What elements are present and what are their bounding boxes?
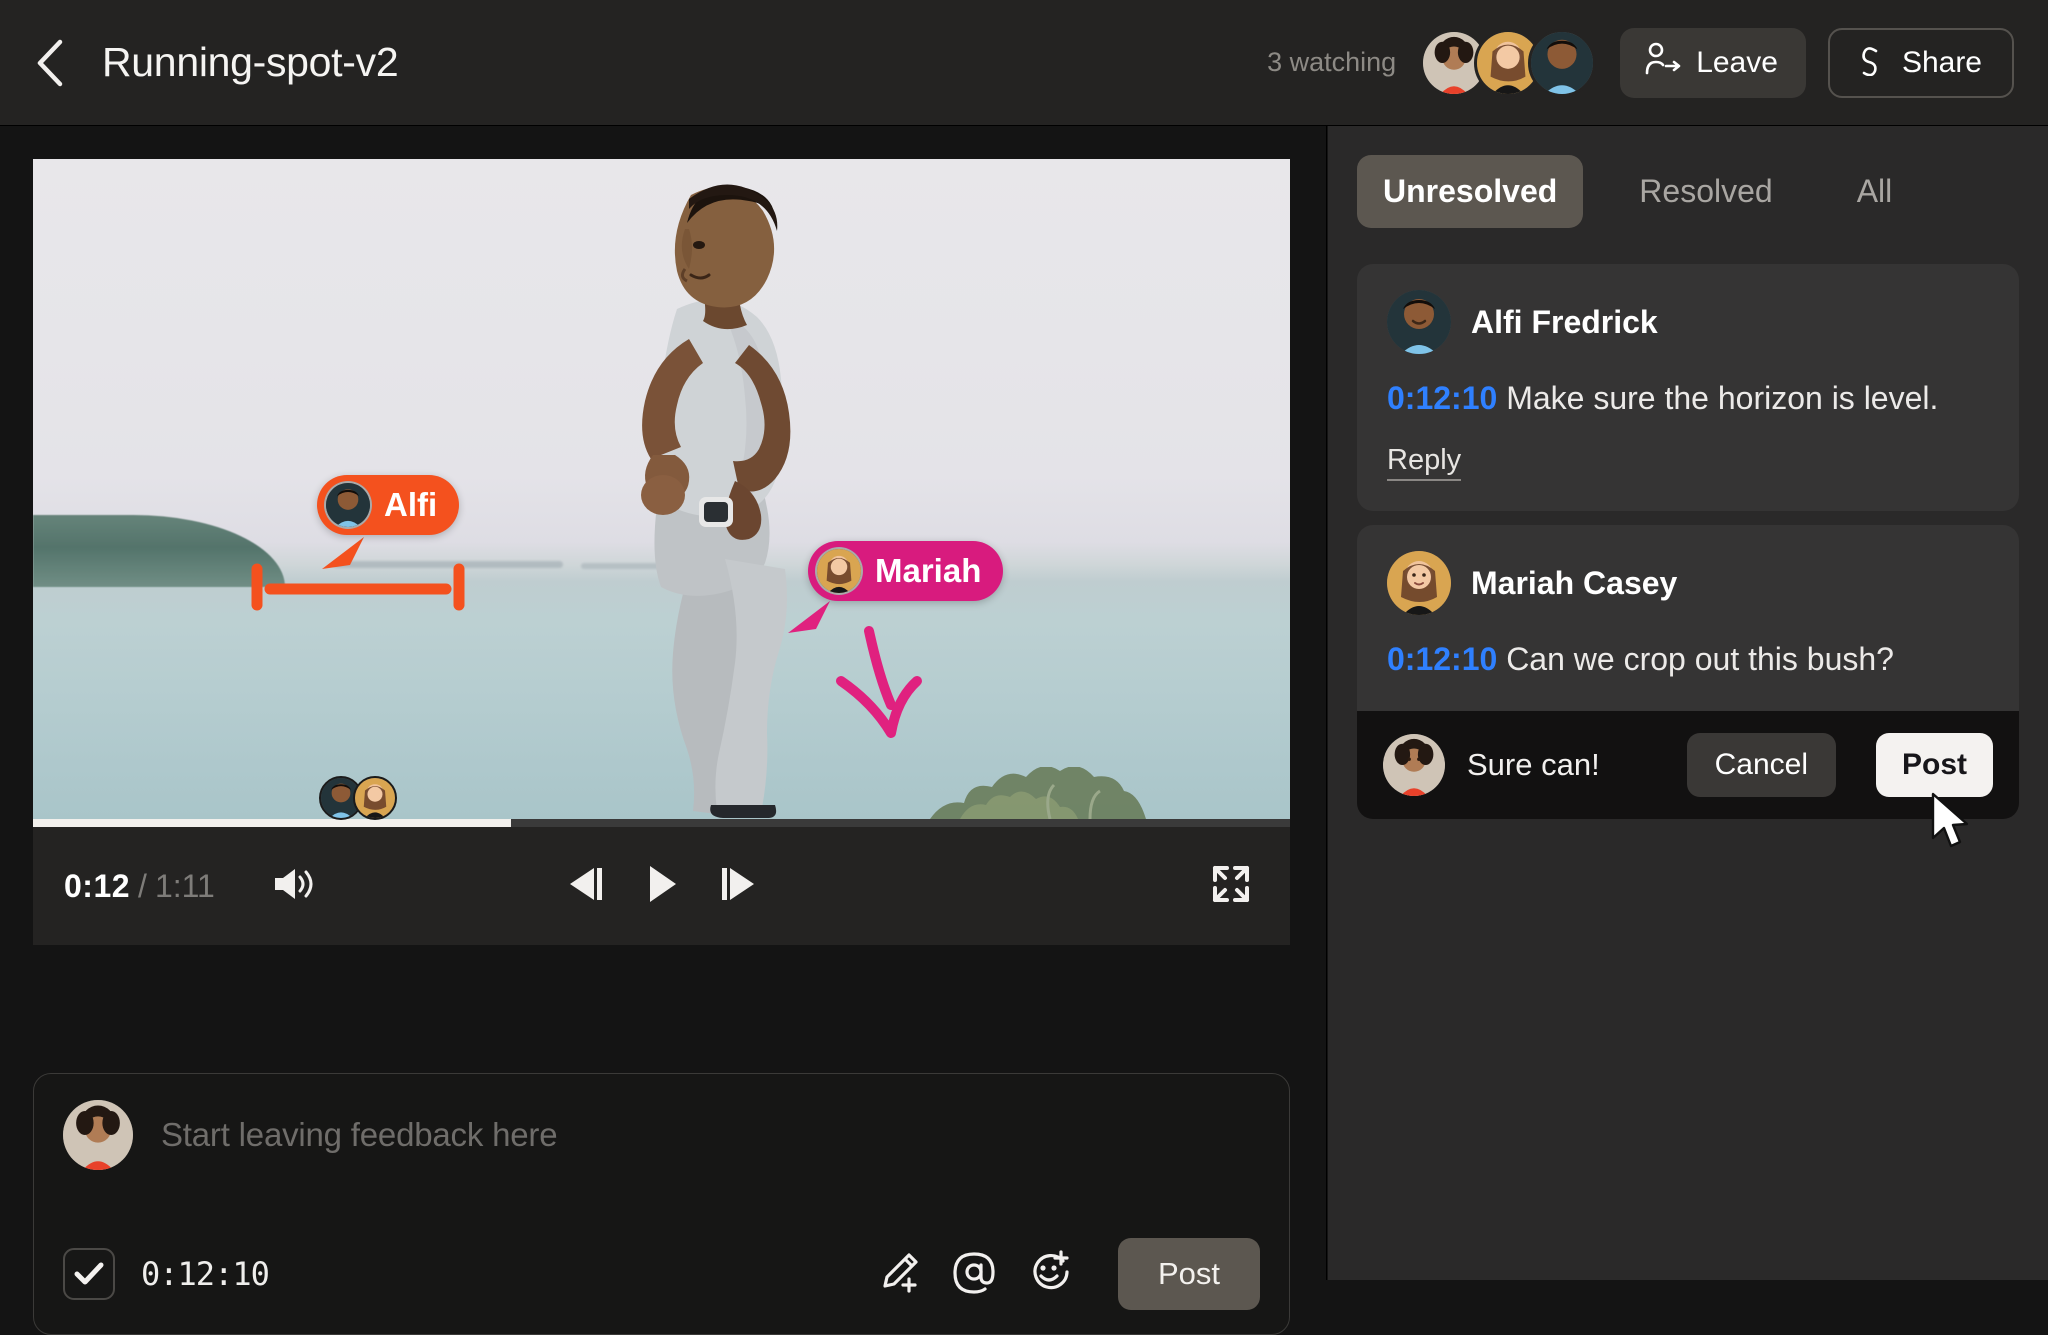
mariah-label-text: Mariah	[875, 552, 982, 589]
watcher-avatar-stack[interactable]	[1420, 28, 1597, 97]
fullscreen-icon	[1210, 863, 1252, 910]
avatar[interactable]	[1387, 290, 1451, 354]
play-button[interactable]	[644, 863, 680, 910]
transport-controls	[564, 863, 760, 910]
comment-body: 0:12:10 Can we crop out this bush?	[1387, 637, 1989, 681]
chevron-left-icon	[33, 38, 67, 88]
comment-header: Mariah Casey	[1387, 551, 1989, 616]
bush	[930, 767, 1146, 819]
avatar[interactable]	[353, 776, 397, 820]
comment-text: Make sure the horizon is level.	[1506, 380, 1939, 416]
comment-card[interactable]: Mariah Casey 0:12:10 Can we crop out thi…	[1357, 525, 2019, 712]
comment-text: Can we crop out this bush?	[1506, 641, 1894, 678]
timestamp-checkbox[interactable]	[63, 1248, 115, 1300]
avatar	[324, 481, 372, 529]
fullscreen-button[interactable]	[1210, 863, 1252, 910]
share-button-label: Share	[1901, 45, 1982, 79]
app-header: Running-spot-v2 3 watching Leave Share	[0, 0, 2048, 126]
mariah-cursor-label: Mariah	[808, 541, 1004, 601]
emoji-button[interactable]	[1028, 1249, 1072, 1299]
avatar	[815, 547, 863, 595]
link-icon	[1856, 42, 1888, 84]
progress-marker-avatars[interactable]	[319, 776, 397, 820]
comment-card[interactable]: Alfi Fredrick 0:12:10 Make sure the hori…	[1357, 264, 2019, 512]
feedback-composer[interactable]: Start leaving feedback here 0:12:10 Post	[33, 1073, 1290, 1335]
reply-draft-text[interactable]: Sure can!	[1467, 747, 1600, 783]
feedback-input[interactable]: Start leaving feedback here	[161, 1116, 558, 1154]
mention-button[interactable]	[952, 1250, 996, 1299]
reply-composer[interactable]: Sure can! Cancel Post	[1357, 711, 2019, 848]
bush-arrow-annotation	[836, 626, 922, 738]
comments-panel: Unresolved Resolved All Alfi Fredrick 0:…	[1328, 126, 2048, 1280]
at-mention-icon	[952, 1250, 996, 1299]
previous-frame-button[interactable]	[564, 864, 606, 909]
comment-body: 0:12:10 Make sure the horizon is level.	[1387, 376, 1989, 420]
watching-count: 3 watching	[1267, 47, 1397, 77]
current-time: 0:12	[64, 867, 131, 904]
volume-on-icon	[271, 864, 315, 909]
leave-button-label: Leave	[1696, 45, 1778, 79]
mouse-cursor	[1929, 792, 1975, 859]
time-separator: /	[138, 867, 147, 904]
total-time: 1:11	[154, 867, 215, 904]
avatar[interactable]	[1387, 551, 1451, 616]
comment-filter-tabs: Unresolved Resolved All	[1328, 126, 2048, 228]
play-icon	[644, 863, 680, 910]
draw-button[interactable]	[878, 1251, 920, 1298]
volume-button[interactable]	[271, 864, 315, 909]
back-button[interactable]	[22, 35, 78, 91]
reply-post-button[interactable]: Post	[1875, 733, 1993, 798]
reply-cancel-button[interactable]: Cancel	[1686, 733, 1836, 798]
composer-toolbar: 0:12:10 Post	[34, 1214, 1289, 1334]
alfi-label-text: Alfi	[384, 486, 438, 523]
comment-timestamp[interactable]: 0:12:10	[1387, 641, 1497, 677]
composer-action-icons: Post	[878, 1238, 1260, 1310]
alfi-cursor-label: Alfi	[317, 475, 460, 535]
composer-post-button[interactable]: Post	[1117, 1238, 1260, 1310]
tab-resolved[interactable]: Resolved	[1613, 155, 1798, 228]
video-player[interactable]: Alfi Mariah	[33, 159, 1290, 819]
comment-timestamp[interactable]: 0:12:10	[1387, 380, 1497, 416]
page-title: Running-spot-v2	[102, 39, 399, 85]
next-frame-button[interactable]	[718, 864, 760, 909]
emoji-add-icon	[1028, 1249, 1072, 1299]
user-leave-icon	[1644, 42, 1682, 84]
pencil-add-icon	[878, 1251, 920, 1298]
comment-header: Alfi Fredrick	[1387, 290, 1989, 354]
tab-all[interactable]: All	[1831, 155, 1919, 228]
next-frame-icon	[718, 864, 760, 909]
video-progress-bar[interactable]	[33, 819, 1290, 827]
tab-unresolved[interactable]: Unresolved	[1357, 155, 1584, 228]
composer-input-row: Start leaving feedback here	[34, 1074, 1289, 1170]
share-button[interactable]: Share	[1827, 27, 2014, 98]
comment-author: Mariah Casey	[1471, 564, 1678, 601]
previous-frame-icon	[564, 864, 606, 909]
video-progress-fill	[33, 819, 511, 827]
comment-author: Alfi Fredrick	[1471, 303, 1658, 340]
header-actions: 3 watching Leave Share	[1267, 27, 2048, 98]
composer-timestamp: 0:12:10	[141, 1255, 270, 1293]
player-controls: 0:12 / 1:11	[33, 827, 1290, 945]
video-frame: Alfi Mariah	[33, 159, 1290, 819]
avatar	[1383, 734, 1445, 797]
avatar	[63, 1100, 133, 1170]
avatar[interactable]	[1528, 28, 1597, 97]
leave-button[interactable]: Leave	[1620, 27, 1806, 98]
video-panel: Alfi Mariah 0:12 / 1:11 Start leaving fe…	[0, 126, 1327, 1335]
reply-button[interactable]: Reply	[1387, 444, 1462, 482]
check-icon	[74, 1262, 104, 1285]
